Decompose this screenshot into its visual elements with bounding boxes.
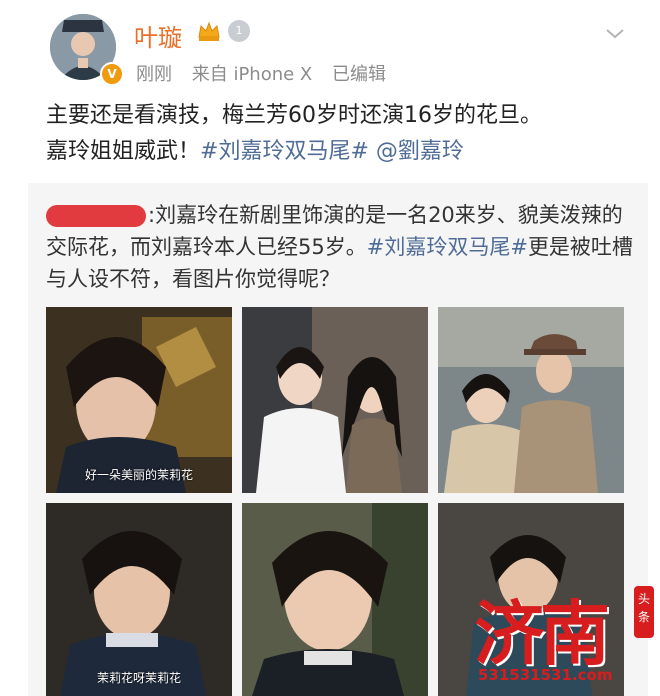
verified-badge: V [100,62,124,86]
crown-icon [198,21,220,41]
image-caption-4: 茉莉花呀茉莉花 [96,671,181,685]
image-tile-5[interactable] [242,503,428,696]
post-meta: 刚刚 来自 iPhone X 已编辑 [136,60,400,86]
post-line-1: 主要还是看演技，梅兰芳60岁时还演16岁的花旦。 [46,103,542,128]
username[interactable]: 叶璇 [134,18,182,53]
edited-label: 已编辑 [332,64,387,85]
watermark-number: 531531531.com [478,666,613,684]
redacted-username [46,205,146,227]
post-body: 主要还是看演技，梅兰芳60岁时还演16岁的花旦。 嘉玲姐姐威武！#刘嘉玲双马尾#… [46,98,636,170]
watermark-logo: 济南 531531531.com 头条 [464,578,660,696]
post-source: 来自 iPhone X [191,64,313,85]
image-tile-4[interactable]: 茉莉花呀茉莉花 [46,503,232,696]
chevron-down-icon[interactable] [604,22,626,44]
image-tile-1[interactable]: 好一朵美丽的茉莉花 [46,307,232,493]
image-tile-2[interactable] [242,307,428,493]
post-time: 刚刚 [136,64,172,85]
post-line-2-text: 嘉玲姐姐威武！ [46,139,201,164]
watermark-tag: 头条 [634,586,654,638]
image-caption-1: 好一朵美丽的茉莉花 [84,468,193,482]
image-tile-3[interactable] [438,307,624,493]
post-line-2: 嘉玲姐姐威武！#刘嘉玲双马尾# @劉嘉玲 [46,134,636,170]
mention-link[interactable]: @劉嘉玲 [376,139,464,164]
repost-hashtag-link[interactable]: #刘嘉玲双马尾# [367,235,528,259]
repost-text: :刘嘉玲在新剧里饰演的是一名20来岁、貌美泼辣的交际花，而刘嘉玲本人已经55岁。… [46,199,638,295]
watermark-text: 济南 [474,592,610,675]
medal-icon: 1 [228,20,250,42]
post-header: V 叶璇 1 刚刚 来自 iPhone X 已编辑 [0,0,660,92]
hashtag-link[interactable]: #刘嘉玲双马尾# [200,139,369,164]
